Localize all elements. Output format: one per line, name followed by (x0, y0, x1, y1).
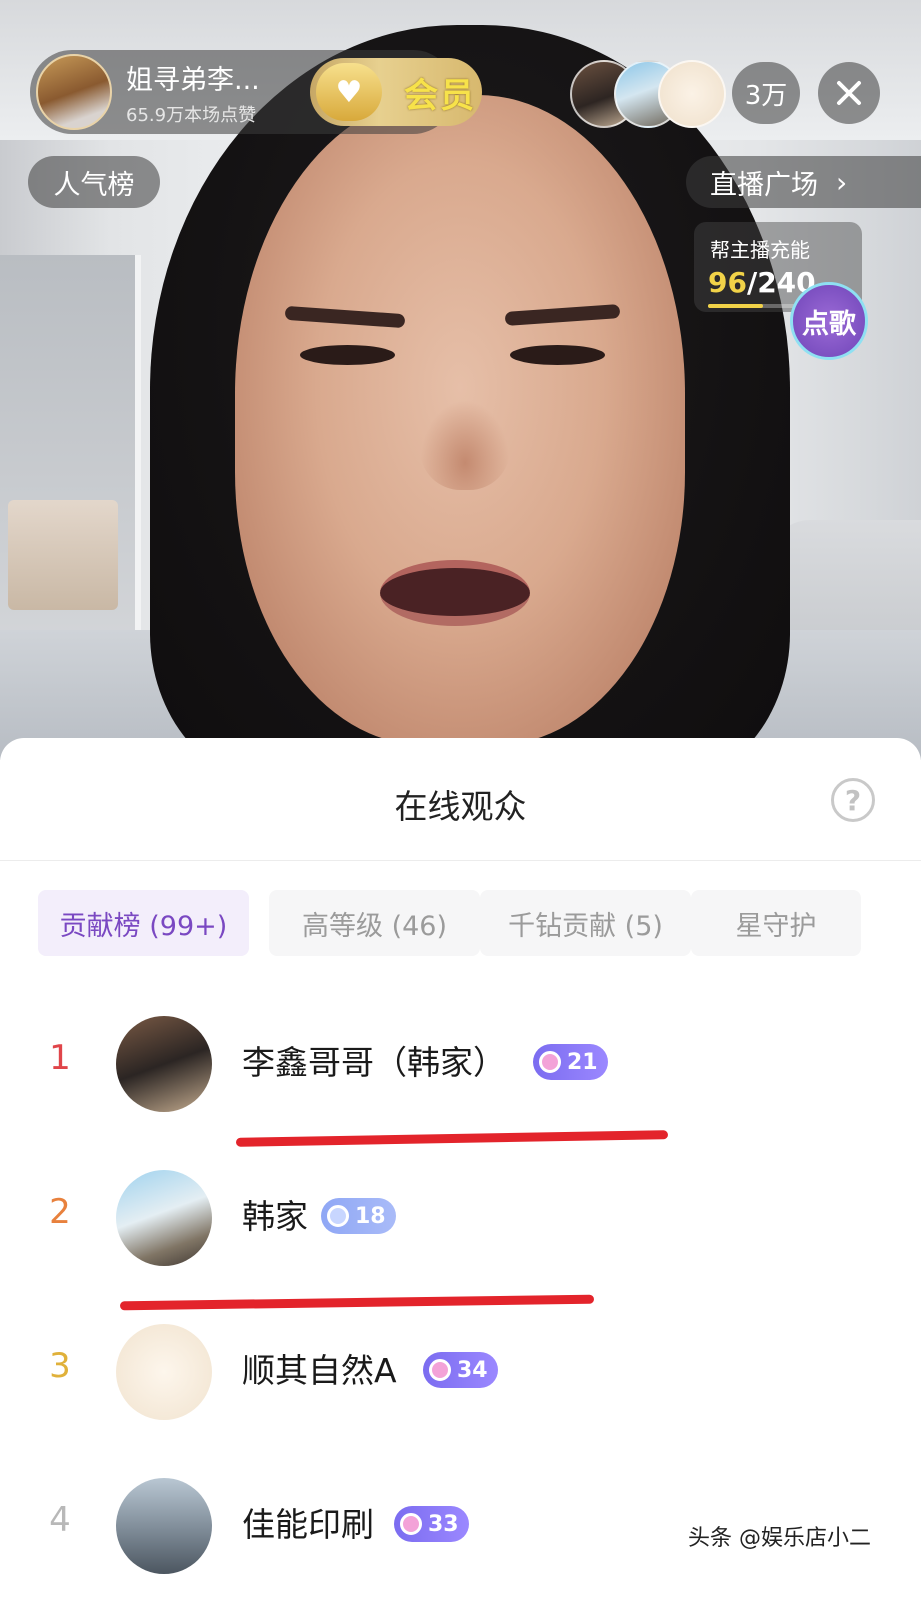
level-badge: 21 (533, 1044, 608, 1080)
tab-star-guard[interactable]: 星守护 (691, 890, 861, 956)
background-shelf (8, 500, 118, 610)
level-value: 21 (567, 1049, 598, 1075)
chevron-right-icon: › (836, 165, 848, 199)
diamond-icon (400, 1513, 422, 1535)
host-info: 姐寻弟李... 65.9万本场点赞 (126, 58, 276, 127)
streamer-left-eye (300, 345, 395, 365)
sheet-title: 在线观众 (394, 787, 527, 826)
watermark: 头条 @娱乐店小二 (688, 1526, 871, 1551)
list-item[interactable]: 1 李鑫哥哥（韩家） 21 (0, 1008, 921, 1118)
audience-tabs: 贡献榜 (99+) 高等级 (46) 千钻贡献 (5) 星守护 (38, 890, 883, 956)
avatar[interactable] (116, 1478, 212, 1574)
rank-number: 1 (49, 1038, 71, 1078)
live-plaza-label: 直播广场 (710, 169, 818, 201)
close-button[interactable] (818, 62, 880, 124)
help-icon[interactable]: ? (831, 778, 875, 822)
diamond-icon (327, 1205, 349, 1227)
tab-contribution[interactable]: 贡献榜 (99+) (38, 890, 249, 956)
red-underline-annotation (235, 1130, 669, 1147)
streamer-nose (420, 400, 510, 490)
level-badge: 18 (321, 1198, 396, 1234)
host-avatar[interactable] (36, 54, 112, 130)
level-value: 33 (428, 1511, 459, 1537)
rank-number: 2 (49, 1192, 71, 1232)
viewer-name: 韩家 (242, 1197, 308, 1236)
tab-diamond-contribution[interactable]: 千钻贡献 (5) (480, 890, 691, 956)
avatar[interactable] (116, 1324, 212, 1420)
avatar[interactable] (116, 1170, 212, 1266)
viewer-name: 李鑫哥哥（韩家） (242, 1043, 506, 1082)
streamer-mouth (380, 560, 530, 626)
host-name: 姐寻弟李... (126, 64, 260, 96)
rank-number: 3 (49, 1346, 71, 1386)
diamond-icon (539, 1051, 561, 1073)
close-icon (837, 81, 861, 105)
song-request-button[interactable]: 点歌 (790, 282, 868, 360)
level-value: 18 (355, 1203, 386, 1229)
red-underline-annotation (119, 1294, 595, 1311)
vip-button[interactable]: ♥ 会员 (310, 58, 482, 126)
viewer-name: 佳能印刷 (242, 1505, 374, 1544)
list-item[interactable]: 3 顺其自然A 34 (0, 1316, 921, 1426)
level-badge: 33 (394, 1506, 469, 1542)
viewer-name: 顺其自然A (242, 1351, 397, 1390)
host-likes: 65.9万本场点赞 (126, 104, 257, 126)
charge-current: 96 (708, 266, 747, 299)
tab-high-level[interactable]: 高等级 (46) (269, 890, 480, 956)
level-value: 34 (457, 1357, 488, 1383)
charge-title: 帮主播充能 (710, 238, 810, 262)
rank-number: 4 (49, 1500, 71, 1540)
top-viewer-avatars[interactable] (570, 60, 726, 128)
list-item[interactable]: 2 韩家 18 (0, 1162, 921, 1272)
vip-label: 会员 (404, 75, 476, 116)
viewer-avatar-3[interactable] (658, 60, 726, 128)
avatar[interactable] (116, 1016, 212, 1112)
live-plaza-button[interactable]: 直播广场 › (686, 156, 921, 208)
viewer-count[interactable]: 3万 (732, 62, 800, 124)
popularity-rank-button[interactable]: 人气榜 (28, 156, 160, 208)
host-card[interactable]: 姐寻弟李... 65.9万本场点赞 ♥ 会员 (30, 50, 482, 134)
charge-progress-fill (708, 304, 764, 308)
divider (0, 860, 921, 861)
level-badge: 34 (423, 1352, 498, 1388)
diamond-icon (429, 1359, 451, 1381)
heart-plus-icon: ♥ (316, 63, 382, 121)
streamer-right-eye (510, 345, 605, 365)
online-audience-sheet: 在线观众 ? 贡献榜 (99+) 高等级 (46) 千钻贡献 (5) 星守护 1… (0, 738, 921, 1604)
